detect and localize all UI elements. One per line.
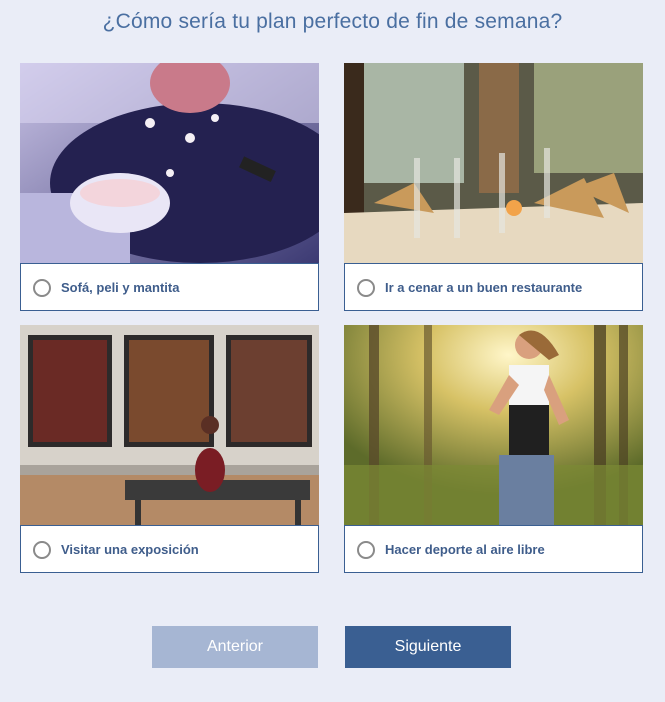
previous-button[interactable]: Anterior <box>152 626 318 668</box>
option-row[interactable]: Sofá, peli y mantita <box>20 263 319 311</box>
option-label: Visitar una exposición <box>61 542 199 557</box>
restaurant-image <box>344 63 643 263</box>
art-gallery-image <box>20 325 319 525</box>
sofa-popcorn-image <box>20 63 319 263</box>
next-button[interactable]: Siguiente <box>345 626 511 668</box>
question-title: ¿Cómo sería tu plan perfecto de fin de s… <box>102 10 563 33</box>
radio-button[interactable] <box>33 279 51 297</box>
option-card-exhibition[interactable]: Visitar una exposición <box>20 325 319 573</box>
jogging-image <box>344 325 643 525</box>
radio-button[interactable] <box>357 541 375 559</box>
option-card-restaurant[interactable]: Ir a cenar a un buen restaurante <box>344 63 643 311</box>
option-label: Ir a cenar a un buen restaurante <box>385 280 583 295</box>
option-card-sofa[interactable]: Sofá, peli y mantita <box>20 63 319 311</box>
option-label: Sofá, peli y mantita <box>61 280 180 295</box>
option-row[interactable]: Ir a cenar a un buen restaurante <box>344 263 643 311</box>
option-card-sport[interactable]: Hacer deporte al aire libre <box>344 325 643 573</box>
radio-button[interactable] <box>357 279 375 297</box>
option-row[interactable]: Visitar una exposición <box>20 525 319 573</box>
radio-button[interactable] <box>33 541 51 559</box>
option-row[interactable]: Hacer deporte al aire libre <box>344 525 643 573</box>
option-label: Hacer deporte al aire libre <box>385 542 545 557</box>
